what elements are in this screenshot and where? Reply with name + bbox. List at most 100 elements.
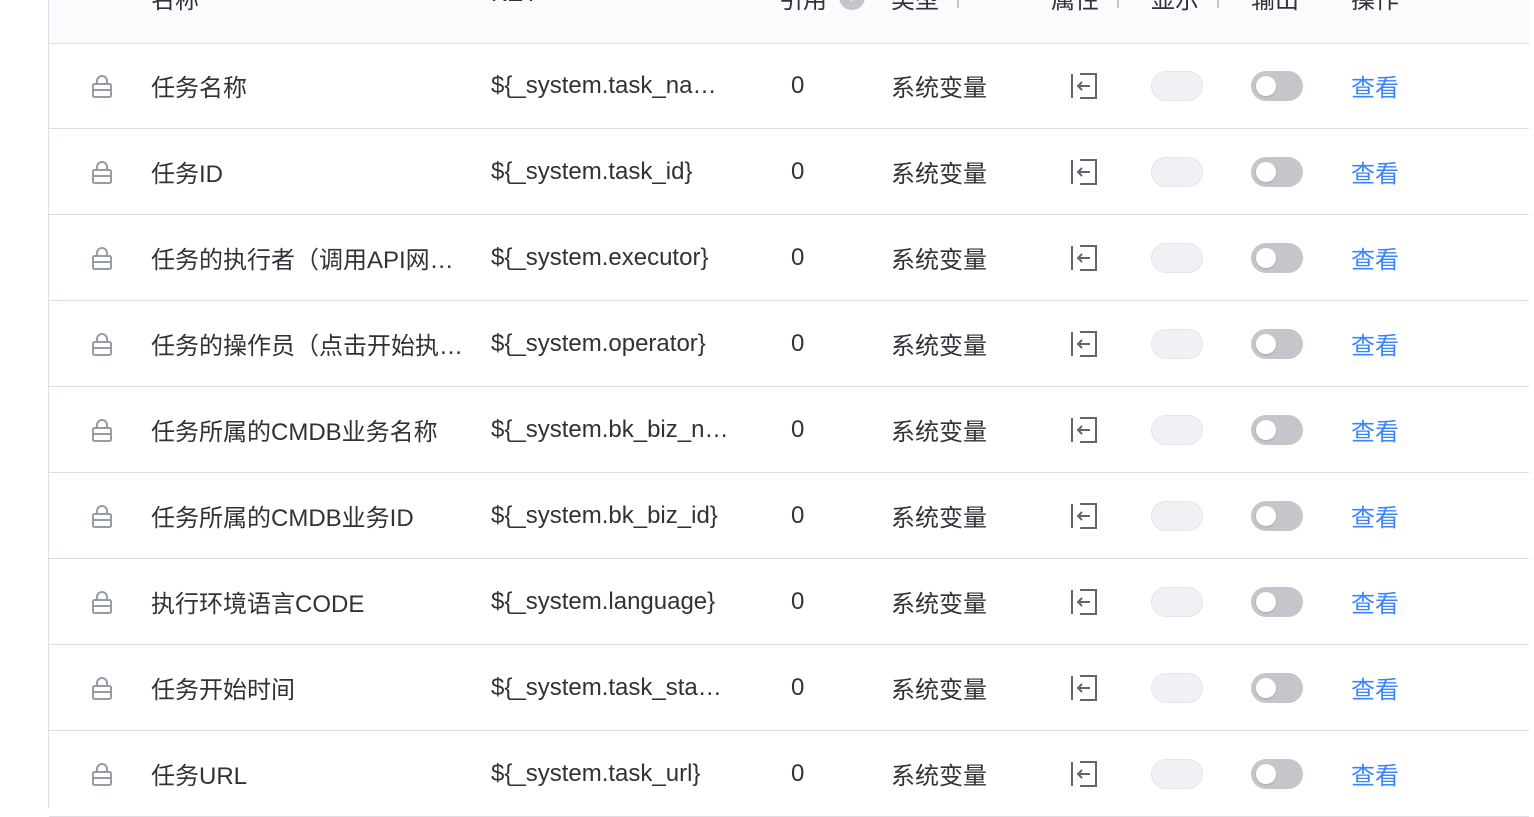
input-attribute-icon [1069,559,1103,644]
show-toggle-cell [1151,473,1203,558]
view-link[interactable]: 查看 [1351,756,1399,791]
action-cell: 查看 [1351,731,1411,816]
table-header: 名称 KEY 引用 i 类型 属性 显示 输出 操作 [49,0,1529,44]
show-toggle [1151,586,1203,617]
show-toggle [1151,414,1203,445]
variable-key: ${_system.language} [491,587,716,615]
show-toggle [1151,328,1203,359]
output-toggle[interactable] [1251,672,1303,703]
variable-key-cell: ${_system.executor} [491,215,733,300]
variable-key: ${_system.bk_biz_n… [491,415,729,443]
lock-icon [89,387,115,472]
table-row: 任务ID ${_system.task_id} 0 系统变量 查看 [49,129,1529,215]
column-filter-icon[interactable] [957,0,959,8]
output-toggle[interactable] [1251,758,1303,789]
variable-key-cell: ${_system.bk_biz_id} [491,473,733,558]
table-row: 任务URL ${_system.task_url} 0 系统变量 查看 [49,731,1529,817]
view-link[interactable]: 查看 [1351,412,1399,447]
variable-name: 任务所属的CMDB业务名称 [151,419,438,446]
column-header-output: 输出 [1251,0,1299,14]
variable-key-cell: ${_system.bk_biz_n… [491,387,733,472]
output-toggle[interactable] [1251,70,1303,101]
input-attribute-icon [1069,215,1103,300]
variable-name: 任务开始时间 [151,677,295,704]
variable-name-cell: 任务名称 [151,43,463,128]
show-toggle [1151,672,1203,703]
variable-key-cell: ${_system.task_id} [491,129,733,214]
column-filter-icon[interactable] [1217,0,1219,8]
lock-icon [89,301,115,386]
variable-type: 系统变量 [891,333,987,360]
lock-icon [89,473,115,558]
input-attribute-icon [1069,129,1103,214]
input-attribute-icon [1069,473,1103,558]
show-toggle [1151,758,1203,789]
variable-name-cell: 任务的执行者（调用API网… [151,215,463,300]
output-toggle[interactable] [1251,500,1303,531]
column-header-name: 名称 [151,0,199,14]
action-cell: 查看 [1351,559,1411,644]
variable-key-cell: ${_system.task_sta… [491,645,733,730]
variable-name-cell: 任务ID [151,129,463,214]
variable-name: 任务的操作员（点击开始执… [151,333,463,360]
variables-table: 名称 KEY 引用 i 类型 属性 显示 输出 操作 任务名称 ${_syste… [48,0,1534,817]
lock-icon [89,731,115,816]
table-row: 任务所属的CMDB业务名称 ${_system.bk_biz_n… 0 系统变量… [49,387,1529,473]
variable-type: 系统变量 [891,763,987,790]
lock-icon [89,43,115,128]
view-link[interactable]: 查看 [1351,154,1399,189]
variable-name: 任务所属的CMDB业务ID [151,505,414,532]
input-attribute-icon [1069,301,1103,386]
reference-count: 0 [791,759,805,787]
view-link[interactable]: 查看 [1351,240,1399,275]
variable-key-cell: ${_system.operator} [491,301,733,386]
table-row: 任务开始时间 ${_system.task_sta… 0 系统变量 查看 [49,645,1529,731]
show-toggle-cell [1151,43,1203,128]
view-link[interactable]: 查看 [1351,326,1399,361]
column-header-key: KEY [491,0,539,8]
variable-name: 执行环境语言CODE [151,591,365,618]
show-toggle-cell [1151,129,1203,214]
column-filter-icon[interactable] [1117,0,1119,8]
variable-key: ${_system.bk_biz_id} [491,501,718,529]
variable-key-cell: ${_system.task_na… [491,43,733,128]
table-body: 任务名称 ${_system.task_na… 0 系统变量 查看 任务ID $… [49,43,1529,817]
output-toggle[interactable] [1251,242,1303,273]
output-toggle[interactable] [1251,328,1303,359]
reference-count: 0 [791,71,805,99]
table-row: 任务所属的CMDB业务ID ${_system.bk_biz_id} 0 系统变… [49,473,1529,559]
show-toggle-cell [1151,559,1203,644]
output-toggle-cell [1251,387,1303,472]
variable-name-cell: 任务URL [151,731,463,816]
action-cell: 查看 [1351,645,1411,730]
reference-count: 0 [791,587,805,615]
output-toggle[interactable] [1251,156,1303,187]
variable-name: 任务名称 [151,75,247,102]
info-icon[interactable]: i [839,0,865,10]
table-row: 任务名称 ${_system.task_na… 0 系统变量 查看 [49,43,1529,129]
view-link[interactable]: 查看 [1351,68,1399,103]
column-header-show: 显示 [1151,0,1199,14]
output-toggle[interactable] [1251,414,1303,445]
variable-name-cell: 任务所属的CMDB业务名称 [151,387,463,472]
action-cell: 查看 [1351,473,1411,558]
show-toggle-cell [1151,301,1203,386]
view-link[interactable]: 查看 [1351,498,1399,533]
output-toggle-cell [1251,43,1303,128]
variable-key-cell: ${_system.task_url} [491,731,733,816]
variable-type: 系统变量 [891,677,987,704]
show-toggle [1151,156,1203,187]
output-toggle-cell [1251,301,1303,386]
output-toggle[interactable] [1251,586,1303,617]
variable-type: 系统变量 [891,75,987,102]
input-attribute-icon [1069,43,1103,128]
variable-type: 系统变量 [891,591,987,618]
lock-icon [89,559,115,644]
view-link[interactable]: 查看 [1351,584,1399,619]
view-link[interactable]: 查看 [1351,670,1399,705]
reference-count: 0 [791,673,805,701]
column-header-op: 操作 [1351,0,1399,14]
variable-key: ${_system.task_na… [491,71,717,99]
variable-name-cell: 任务开始时间 [151,645,463,730]
column-header-ref: 引用 [779,0,827,14]
